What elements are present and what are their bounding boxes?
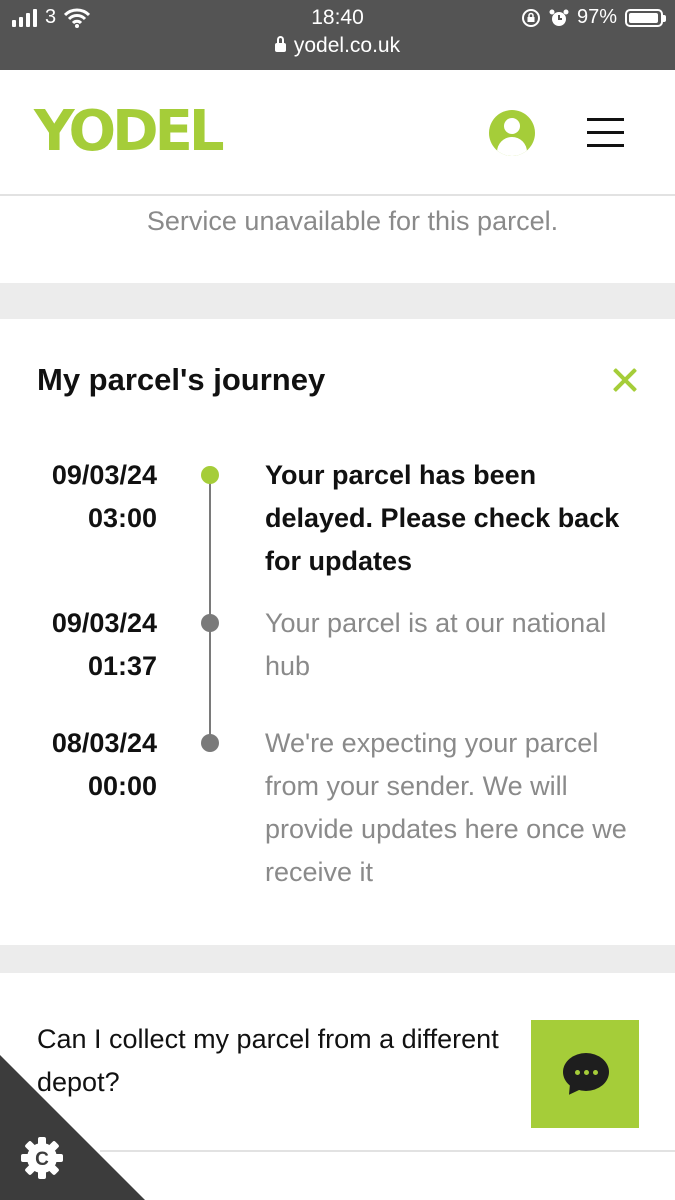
timeline-dot [201,734,219,752]
event-time: 01:37 [87,651,157,681]
account-icon[interactable] [489,110,535,156]
event-time: 03:00 [87,503,157,533]
journey-title: My parcel's journey [37,362,326,397]
address-bar[interactable]: yodel.co.uk [0,34,675,58]
event-date: 09/03/24 01:37 [0,602,157,688]
svg-text:C: C [35,1149,49,1170]
status-bar-right: 97% [521,6,666,29]
service-unavailable-message: Service unavailable for this parcel. [146,206,559,236]
event-date: 08/03/24 00:00 [0,722,157,808]
lock-icon [274,36,286,52]
yodel-logo[interactable]: YODEL [34,100,225,164]
timeline-line [209,475,211,743]
chat-button[interactable] [531,1020,639,1128]
close-icon[interactable] [612,367,638,393]
status-bar: 3 18:40 97% yodel.co.uk [0,0,675,70]
battery-percentage: 97% [576,6,617,28]
faq-divider [100,1150,675,1152]
orientation-lock-icon [521,8,540,27]
alarm-icon [549,9,569,26]
timeline-dot-current [201,466,219,484]
event-description: Your parcel is at our national hub [265,608,607,681]
faq-question[interactable]: Can I collect my parcel from a different… [37,1018,557,1104]
event-description: Your parcel has been delayed. Please che… [265,460,620,576]
event-date-day: 09/03/24 [51,608,157,638]
site-header: YODEL [0,70,675,196]
section-divider [0,945,675,973]
hamburger-menu-icon[interactable] [587,118,624,148]
cookie-settings-icon[interactable]: C [20,1136,64,1180]
event-date-day: 08/03/24 [51,728,157,758]
section-divider [0,283,675,319]
event-time: 00:00 [87,771,157,801]
timeline-dot [201,614,219,632]
event-date: 09/03/24 03:00 [0,454,157,540]
event-date-day: 09/03/24 [51,460,157,490]
url-text: yodel.co.uk [293,34,401,57]
battery-icon [625,8,666,27]
event-description: We're expecting your parcel from your se… [265,728,627,887]
